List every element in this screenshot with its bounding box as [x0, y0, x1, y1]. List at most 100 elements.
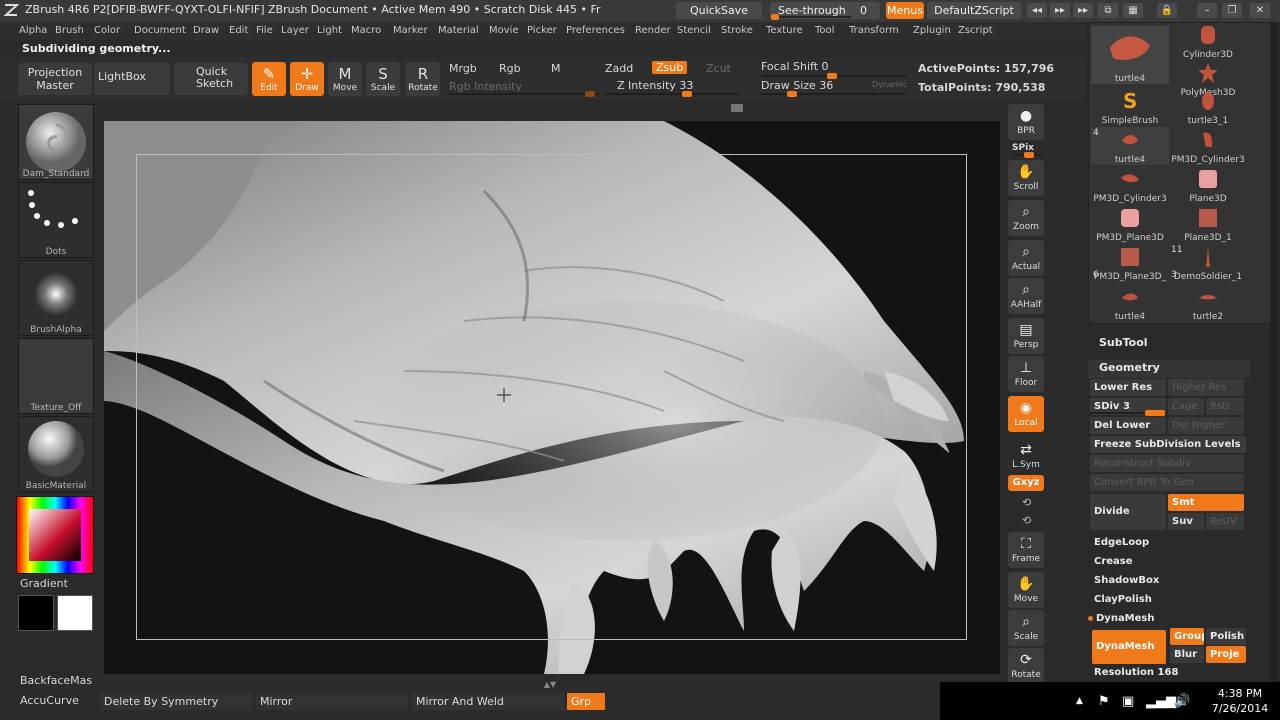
rotate-z-icon[interactable]: ⟲	[1022, 514, 1031, 527]
viewport-bottom-handle-icon[interactable]: ▲▼	[540, 680, 560, 689]
zsub-button[interactable]: Zsub	[652, 61, 688, 74]
cage-button[interactable]: Cage	[1168, 398, 1204, 415]
menu-stroke[interactable]: Stroke	[721, 25, 753, 36]
tool-thumb-plane3d-1[interactable]: Plane3D_1	[1169, 205, 1247, 243]
scroll-button[interactable]: ✋ Scroll	[1008, 160, 1044, 196]
tool-thumb-cylinder3d[interactable]: Cylinder3D	[1169, 22, 1247, 60]
scroll-mid-icon[interactable]: ▸▸	[1050, 3, 1070, 18]
draw-size-handle[interactable]	[787, 91, 797, 97]
smt-toggle[interactable]: Smt	[1168, 494, 1244, 511]
menu-color[interactable]: Color	[94, 25, 120, 36]
move-button[interactable]: M Move	[328, 62, 362, 96]
lock-icon[interactable]: 🔒	[1157, 3, 1177, 18]
scroll-right-icon[interactable]: ▸▸	[1073, 3, 1093, 18]
focal-shift-slider[interactable]: Focal Shift 0	[761, 60, 829, 73]
menu-marker[interactable]: Marker	[393, 25, 428, 36]
see-through-track[interactable]	[771, 14, 851, 20]
convert-bpr-button[interactable]: Convert BPR To Geo	[1090, 474, 1244, 491]
blur-slider[interactable]: Blur	[1170, 646, 1204, 663]
tool-thumb-demosoldier[interactable]: 11 3 DemoSoldier_1	[1169, 244, 1247, 282]
aahalf-button[interactable]: ⌕ AAHalf	[1008, 278, 1044, 314]
z-intensity-slider[interactable]: Z Intensity 33	[617, 79, 693, 92]
menu-texture[interactable]: Texture	[766, 25, 803, 36]
reuv-button[interactable]: ReUV	[1206, 513, 1244, 530]
quick-sketch-button[interactable]: Quick Sketch	[174, 63, 248, 95]
mrgb-button[interactable]: Mrgb	[449, 62, 477, 75]
tool-thumb-plane3d[interactable]: Plane3D	[1169, 166, 1247, 204]
suv-toggle[interactable]: Suv	[1168, 513, 1204, 530]
dynamesh-section[interactable]: DynaMesh	[1090, 610, 1246, 627]
tool-thumb-turtle2[interactable]: turtle2	[1169, 284, 1247, 322]
crease-section[interactable]: Crease	[1090, 553, 1246, 570]
resolution-slider[interactable]: Resolution 168	[1090, 664, 1246, 681]
rgb-intensity-track[interactable]	[449, 91, 599, 97]
geometry-section-header[interactable]: Geometry	[1099, 361, 1160, 374]
higher-res-button[interactable]: Higher Res	[1168, 379, 1244, 396]
dynamic-toggle[interactable]: Dynamic	[872, 80, 907, 89]
canvas-viewport[interactable]	[104, 121, 1000, 674]
mirror-button[interactable]: Mirror	[256, 693, 408, 710]
layout-alt-icon[interactable]: ▦	[1123, 3, 1143, 18]
color-picker[interactable]	[16, 496, 94, 574]
edgeloop-section[interactable]: EdgeLoop	[1090, 534, 1246, 551]
menu-zplugin[interactable]: Zplugin	[913, 25, 951, 36]
maximize-icon[interactable]: ❐	[1222, 3, 1242, 18]
nav-rotate-button[interactable]: ⟳ Rotate	[1008, 648, 1044, 684]
spix-handle[interactable]	[1024, 152, 1034, 158]
nav-scale-button[interactable]: ⌕ Scale	[1008, 610, 1044, 646]
menu-material[interactable]: Material	[438, 25, 479, 36]
focal-shift-track[interactable]	[761, 73, 906, 79]
palette-scrollbar[interactable]	[1270, 22, 1278, 720]
tool-thumb-turtle4-active[interactable]: turtle4	[1091, 26, 1169, 84]
show-hidden-icons-icon[interactable]: ▲	[1076, 696, 1083, 706]
tool-thumb-turtle4-b[interactable]: 4 turtle4	[1091, 127, 1169, 165]
bpr-button[interactable]: ● BPR	[1008, 104, 1044, 140]
zadd-button[interactable]: Zadd	[605, 62, 633, 75]
tool-thumb-simplebrush[interactable]: S SimpleBrush	[1091, 88, 1169, 126]
claypolish-section[interactable]: ClayPolish	[1090, 591, 1246, 608]
see-through-handle[interactable]	[771, 14, 779, 20]
subtool-section-header[interactable]: SubTool	[1099, 336, 1148, 349]
rstr-button[interactable]: Rstr	[1206, 398, 1244, 415]
xyz-button[interactable]: Gxyz	[1008, 475, 1044, 491]
polish-toggle[interactable]: Polish	[1206, 628, 1246, 645]
close-icon[interactable]: ✕	[1250, 3, 1270, 18]
menu-edit[interactable]: Edit	[229, 25, 248, 36]
frame-button[interactable]: ⛶ Frame	[1008, 532, 1044, 568]
tool-thumb-pm3d-plane3d[interactable]: PM3D_Plane3D	[1091, 205, 1169, 243]
divide-button[interactable]: Divide	[1090, 494, 1166, 530]
viewport-scroll-handle[interactable]	[731, 104, 743, 112]
volume-icon[interactable]: 🔊	[1174, 694, 1190, 709]
main-color-swatch[interactable]	[18, 595, 54, 631]
tool-thumb-pm3d-cylinder3-a[interactable]: PM3D_Cylinder3	[1169, 127, 1247, 165]
z-intensity-handle[interactable]	[682, 91, 692, 97]
rotate-y-icon[interactable]: ⟲	[1022, 496, 1031, 509]
tool-thumb-turtle4-c[interactable]: turtle4	[1091, 284, 1169, 322]
lightbox-button[interactable]: LightBox	[94, 63, 170, 95]
menus-button[interactable]: Menus	[886, 2, 924, 19]
rotate-button[interactable]: R Rotate	[406, 62, 440, 96]
dynamesh-button[interactable]: DynaMesh	[1092, 630, 1166, 664]
menu-stencil[interactable]: Stencil	[677, 25, 711, 36]
menu-document[interactable]: Document	[134, 25, 186, 36]
tool-thumb-turtle3-1[interactable]: turtle3_1	[1169, 88, 1247, 126]
menu-transform[interactable]: Transform	[849, 25, 899, 36]
layout-icon[interactable]: ⧉	[1098, 3, 1118, 18]
scroll-left-icon[interactable]: ◂◂	[1027, 3, 1047, 18]
menu-preferences[interactable]: Preferences	[566, 25, 625, 36]
menu-picker[interactable]: Picker	[527, 25, 557, 36]
zcut-button[interactable]: Zcut	[706, 62, 731, 75]
projection-master-button[interactable]: Projection Master	[18, 63, 92, 95]
menu-render[interactable]: Render	[635, 25, 671, 36]
edit-button[interactable]: ✎ Edit	[252, 62, 286, 96]
actual-button[interactable]: ⌕ Actual	[1008, 240, 1044, 276]
menu-layer[interactable]: Layer	[281, 25, 309, 36]
secondary-color-swatch[interactable]	[57, 595, 93, 631]
nav-move-button[interactable]: ✋ Move	[1008, 572, 1044, 608]
del-higher-button[interactable]: Del Higher	[1168, 417, 1244, 434]
system-clock[interactable]: 4:38 PM 7/26/2014	[1205, 686, 1275, 716]
del-lower-button[interactable]: Del Lower	[1090, 417, 1166, 434]
floor-button[interactable]: ⊥ Floor	[1008, 356, 1044, 392]
color-picker-square[interactable]	[29, 509, 81, 561]
network-icon[interactable]: ▂▄▆	[1146, 694, 1176, 709]
